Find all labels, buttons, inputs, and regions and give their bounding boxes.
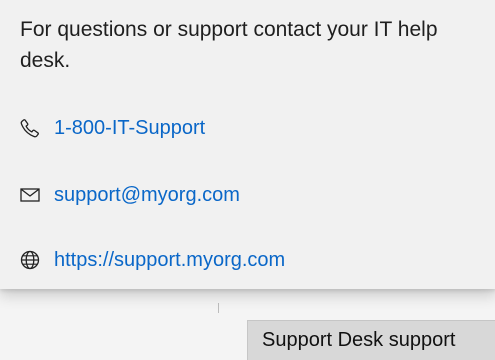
phone-icon: [20, 117, 46, 139]
mail-icon: [20, 184, 46, 206]
website-link[interactable]: https://support.myorg.com: [54, 249, 285, 272]
tooltip-text: Support Desk support: [262, 329, 456, 351]
email-link[interactable]: support@myorg.com: [54, 184, 240, 207]
email-row: support@myorg.com: [20, 181, 240, 209]
website-row: https://support.myorg.com: [20, 246, 285, 274]
background-divider: [218, 303, 219, 313]
support-intro-text: For questions or support contact your IT…: [20, 18, 438, 72]
support-desk-tooltip: Support Desk support: [247, 320, 495, 360]
phone-link[interactable]: 1-800-IT-Support: [54, 117, 205, 140]
phone-row: 1-800-IT-Support: [20, 114, 205, 142]
globe-icon: [20, 249, 46, 271]
support-flyout: For questions or support contact your IT…: [0, 0, 495, 289]
